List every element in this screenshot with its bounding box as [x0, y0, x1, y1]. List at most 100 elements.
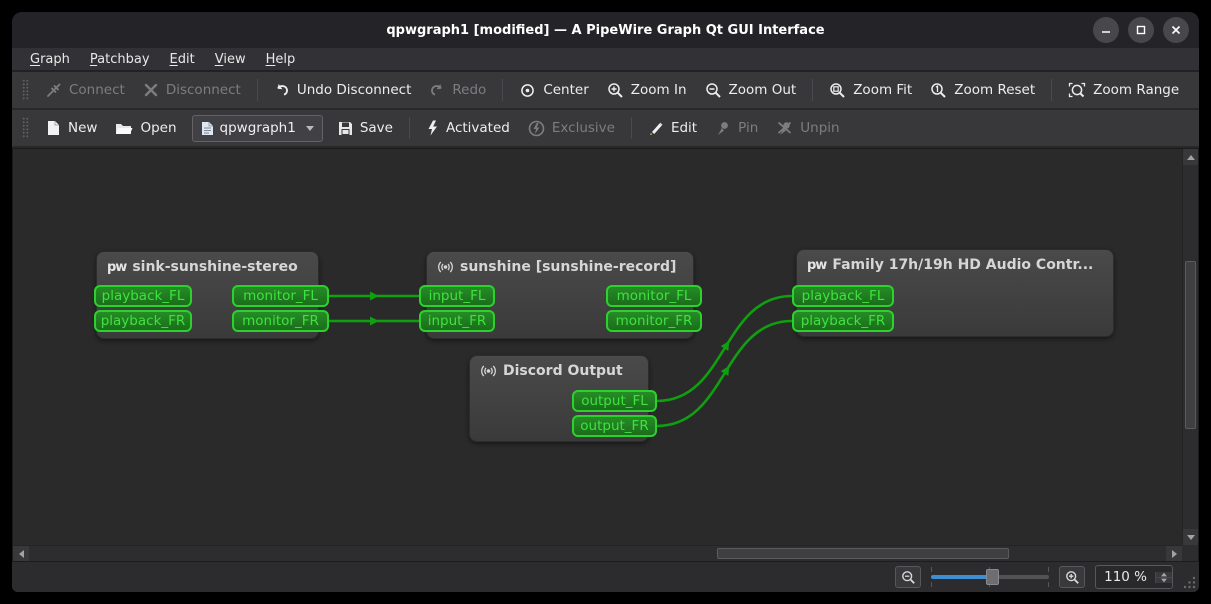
disconnect-button[interactable]: Disconnect [134, 77, 250, 103]
connect-label: Connect [69, 82, 125, 98]
graph-canvas[interactable]: pw sink-sunshine-stereo playback_FL play… [13, 149, 1182, 545]
horizontal-scrollbar[interactable] [13, 545, 1182, 561]
port-playback-fl[interactable]: playback_FL [792, 285, 894, 307]
pipewire-icon: pw [107, 259, 127, 275]
title-bar[interactable]: qpwgraph1 [modified] — A PipeWire Graph … [12, 12, 1199, 48]
horizontal-scroll-thumb[interactable] [717, 548, 1009, 559]
status-zoom-in-button[interactable] [1059, 566, 1086, 588]
pin-button[interactable]: Pin [706, 115, 767, 141]
activated-bolt-icon [426, 120, 439, 136]
vertical-scrollbar[interactable] [1182, 149, 1198, 545]
zoom-range-button[interactable]: Zoom Range [1059, 77, 1188, 104]
port-output-fr[interactable]: output_FR [572, 415, 657, 437]
new-file-icon [46, 120, 61, 136]
zoom-in-button[interactable]: Zoom In [598, 77, 696, 104]
port-input-fr[interactable]: input_FR [419, 310, 495, 332]
zoom-slider-handle[interactable] [986, 569, 1000, 585]
stream-icon [480, 363, 497, 379]
toolbar-separator [256, 79, 258, 101]
center-button[interactable]: Center [510, 77, 597, 104]
unpin-icon [776, 120, 793, 136]
exclusive-button[interactable]: Exclusive [519, 115, 624, 142]
toolbar-separator [812, 79, 814, 101]
menu-graph[interactable]: Graph [20, 50, 80, 69]
toolbar-separator [408, 117, 410, 139]
connect-button[interactable]: Connect [37, 77, 134, 103]
zoom-reset-label: Zoom Reset [954, 82, 1036, 98]
redo-label: Redo [452, 82, 487, 98]
disconnect-label: Disconnect [165, 82, 241, 98]
connect-icon [46, 82, 62, 98]
port-input-fl[interactable]: input_FL [419, 285, 495, 307]
zoom-in-icon [607, 82, 624, 99]
window-controls [1093, 17, 1189, 43]
menu-edit[interactable]: Edit [160, 50, 205, 69]
activated-button[interactable]: Activated [417, 115, 519, 141]
menu-view[interactable]: View [205, 50, 256, 69]
toolbar-drag-handle[interactable] [22, 117, 29, 139]
connection-wires [329, 291, 793, 428]
slider-tick [931, 567, 933, 572]
scroll-up-button[interactable] [1183, 149, 1198, 165]
wire-arrow [720, 340, 730, 351]
app-window: qpwgraph1 [modified] — A PipeWire Graph … [12, 12, 1199, 592]
resize-grip[interactable] [1183, 576, 1196, 589]
menu-patchbay[interactable]: Patchbay [80, 50, 160, 69]
triangle-right-icon [1171, 550, 1177, 558]
edit-button[interactable]: Edit [639, 115, 706, 141]
port-playback-fl[interactable]: playback_FL [94, 285, 192, 307]
scroll-left-button[interactable] [13, 546, 29, 561]
undo-disconnect-button[interactable]: Undo Disconnect [265, 77, 421, 103]
node-title-row: sunshine [sunshine-record] [427, 252, 693, 275]
scroll-down-button[interactable] [1183, 529, 1198, 545]
zoom-spinbox[interactable]: 110 % [1095, 565, 1173, 589]
spin-down-button[interactable] [1156, 577, 1172, 583]
port-monitor-fl[interactable]: monitor_FL [232, 285, 329, 307]
zoom-slider[interactable] [931, 566, 1050, 588]
menu-help[interactable]: Help [256, 50, 306, 69]
pin-label: Pin [738, 120, 759, 136]
close-button[interactable] [1163, 17, 1189, 43]
exclusive-label: Exclusive [551, 120, 615, 136]
patchbay-selector[interactable]: qpwgraph1 [191, 114, 323, 142]
minimize-button[interactable] [1093, 17, 1119, 43]
port-playback-fr[interactable]: playback_FR [94, 310, 192, 332]
wire-arrow [720, 365, 730, 376]
menu-bar: Graph Patchbay Edit View Help [12, 48, 1199, 72]
activated-label: Activated [445, 120, 510, 136]
zoom-fit-button[interactable]: Zoom Fit [820, 77, 921, 104]
open-button[interactable]: Open [106, 115, 185, 141]
vertical-scroll-thumb[interactable] [1185, 261, 1196, 429]
zoom-out-icon [901, 570, 916, 585]
redo-button[interactable]: Redo [420, 77, 495, 103]
close-icon [1170, 24, 1182, 36]
scroll-right-button[interactable] [1166, 546, 1182, 561]
zoom-reset-icon [930, 82, 947, 99]
edit-pencil-icon [648, 120, 664, 136]
zoom-fit-label: Zoom Fit [853, 82, 913, 98]
zoom-reset-button[interactable]: Zoom Reset [921, 77, 1044, 104]
port-monitor-fr[interactable]: monitor_FR [606, 310, 702, 332]
unpin-button[interactable]: Unpin [767, 115, 848, 141]
undo-icon [274, 82, 290, 98]
zoom-fit-icon [829, 82, 846, 99]
scrollbar-corner [1182, 545, 1198, 561]
zoom-out-button[interactable]: Zoom Out [696, 77, 806, 104]
port-playback-fr[interactable]: playback_FR [792, 310, 894, 332]
slider-groove-empty [991, 575, 1050, 579]
port-monitor-fr[interactable]: monitor_FR [232, 310, 329, 332]
status-zoom-out-button[interactable] [895, 566, 922, 588]
node-title: Discord Output [503, 363, 623, 379]
open-label: Open [140, 120, 177, 136]
toolbar-drag-handle[interactable] [22, 79, 29, 101]
node-title-row: pw sink-sunshine-stereo [97, 252, 318, 275]
new-button[interactable]: New [37, 115, 106, 141]
port-output-fl[interactable]: output_FL [572, 390, 657, 412]
save-button[interactable]: Save [329, 115, 402, 141]
open-folder-icon [115, 121, 133, 136]
wire-arrow [370, 291, 379, 301]
wire-arrow [370, 316, 379, 326]
disconnect-icon [143, 82, 159, 98]
maximize-button[interactable] [1128, 17, 1154, 43]
port-monitor-fl[interactable]: monitor_FL [606, 285, 702, 307]
